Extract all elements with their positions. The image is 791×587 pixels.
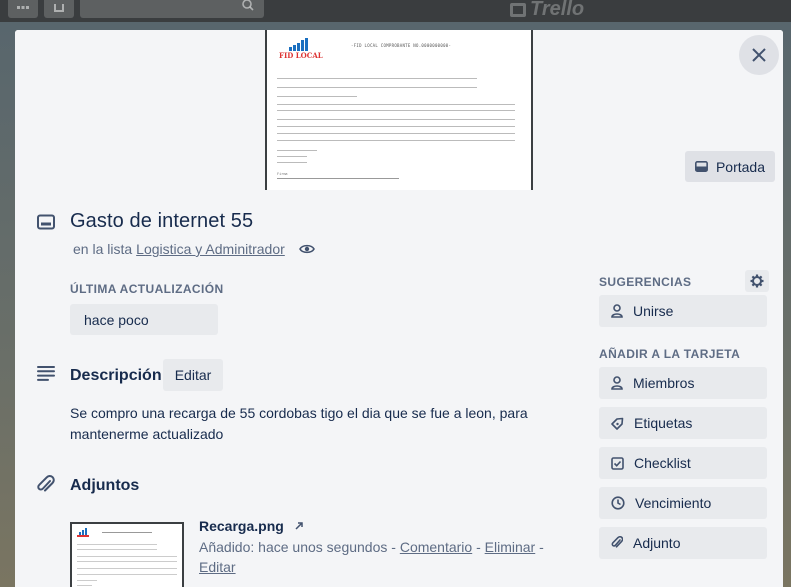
search-bar[interactable]: [80, 0, 264, 18]
description-text[interactable]: Se compro una recarga de 55 cordobas tig…: [70, 403, 540, 445]
description-title: Descripción: [70, 367, 162, 384]
join-label: Unirse: [633, 303, 674, 319]
card-detail-modal: FID LOCAL -FID LOCAL COMPROBANTE NO.0000…: [15, 30, 783, 587]
apps-grid-icon: [17, 6, 29, 9]
attachment-comment-link[interactable]: Comentario: [400, 539, 472, 555]
attachment-item[interactable]: Recarga.png: [199, 518, 304, 534]
checklist-icon: [611, 456, 624, 470]
attachment-thumbnail[interactable]: [70, 522, 184, 587]
trello-logo-icon: [510, 2, 526, 17]
attachment-button[interactable]: Adjunto: [599, 527, 767, 559]
home-button[interactable]: [44, 0, 74, 18]
in-list-prefix: en la lista: [73, 241, 133, 257]
attachment-paperclip-icon: [37, 475, 55, 500]
trello-logo[interactable]: Trello: [510, 0, 584, 21]
last-update-label: Última actualización: [70, 282, 224, 296]
cover-image[interactable]: FID LOCAL -FID LOCAL COMPROBANTE NO.0000…: [265, 30, 533, 190]
description-icon: [37, 366, 55, 386]
checklist-label: Checklist: [634, 455, 691, 471]
attachment-name[interactable]: Recarga.png: [199, 518, 284, 534]
gear-icon: [750, 274, 764, 288]
cover-button[interactable]: Portada: [685, 151, 775, 182]
list-name-link[interactable]: Logistica y Adminitrador: [136, 241, 285, 257]
cover-button-label: Portada: [715, 158, 765, 175]
checklist-button[interactable]: Checklist: [599, 447, 767, 479]
clock-icon: [611, 496, 625, 510]
attachment-added: Añadido: hace unos segundos: [199, 539, 388, 555]
labels-label: Etiquetas: [634, 415, 693, 431]
card-icon: [37, 214, 55, 235]
card-cover: FID LOCAL -FID LOCAL COMPROBANTE NO.0000…: [15, 30, 783, 190]
attachment-label: Adjunto: [633, 535, 681, 551]
card-title[interactable]: Gasto de internet 55: [70, 210, 253, 233]
members-label: Miembros: [633, 375, 695, 391]
card-list-info: en la lista Logistica y Adminitrador: [73, 241, 315, 257]
last-update-value: hace poco: [70, 304, 218, 335]
person-icon: [611, 304, 623, 318]
apps-button[interactable]: [8, 0, 38, 18]
due-date-button[interactable]: Vencimiento: [599, 487, 767, 519]
search-icon: [242, 0, 254, 11]
attachment-thumbnail-image: [72, 524, 182, 587]
trello-logo-text: Trello: [530, 0, 585, 20]
external-link-arrow-icon[interactable]: [294, 521, 304, 531]
close-button[interactable]: [739, 35, 779, 75]
attachment-meta: Añadido: hace unos segundos - Comentario…: [199, 539, 544, 575]
receipt-image: FID LOCAL -FID LOCAL COMPROBANTE NO.0000…: [267, 30, 531, 190]
attachment-delete-link[interactable]: Eliminar: [485, 539, 536, 555]
suggestions-settings-button[interactable]: [745, 270, 769, 292]
members-button[interactable]: Miembros: [599, 367, 767, 399]
receipt-header: -FID LOCAL COMPROBANTE NO.0000000000-: [351, 43, 452, 48]
add-to-card-label: Añadir a la tarjeta: [599, 347, 741, 361]
attachments-title: Adjuntos: [70, 477, 140, 494]
tag-icon: [611, 417, 624, 430]
labels-button[interactable]: Etiquetas: [599, 407, 767, 439]
paperclip-icon: [611, 536, 623, 548]
top-navigation-bar: Trello: [0, 0, 791, 22]
person-icon: [611, 376, 623, 390]
attachment-edit-link[interactable]: Editar: [199, 559, 236, 575]
receipt-brand: FID LOCAL: [279, 51, 323, 60]
edit-description-button[interactable]: Editar: [163, 359, 223, 391]
join-button[interactable]: Unirse: [599, 295, 767, 327]
card-cover-icon: [695, 161, 708, 172]
due-date-label: Vencimiento: [635, 495, 712, 511]
watch-eye-icon[interactable]: [298, 243, 315, 255]
suggestions-label: Sugerencias: [599, 275, 692, 289]
receipt-logo-icon: [289, 38, 308, 51]
receipt-footer: Firma: [277, 172, 288, 176]
home-icon: [54, 4, 64, 12]
close-icon: [752, 48, 766, 62]
